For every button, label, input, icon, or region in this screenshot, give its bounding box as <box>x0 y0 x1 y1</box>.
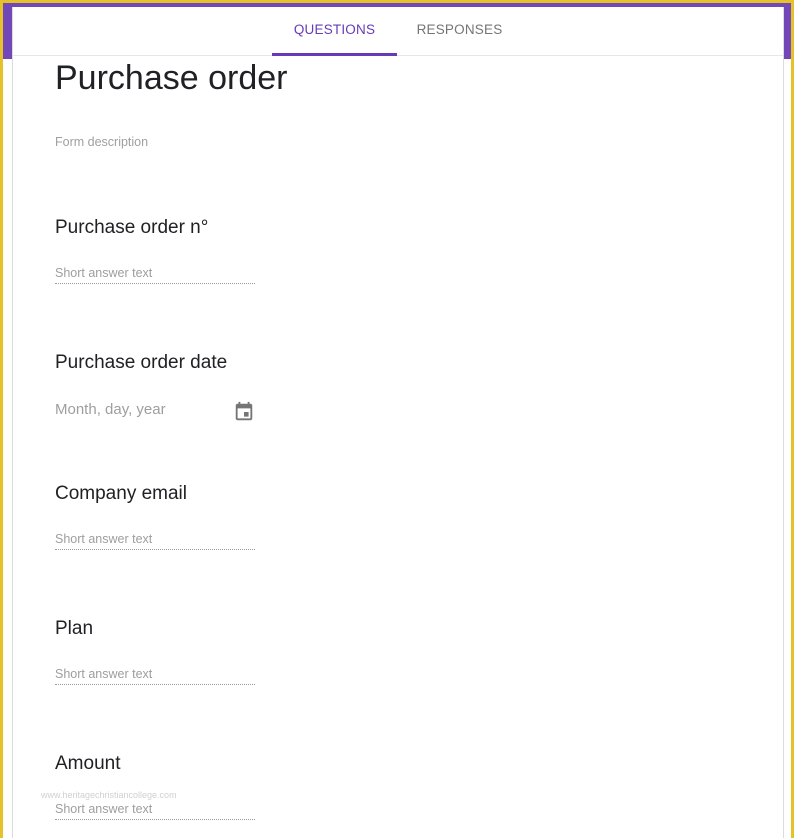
app-frame: QUESTIONS RESPONSES Purchase order Form … <box>3 3 791 838</box>
question-title-plan[interactable]: Plan <box>55 618 93 640</box>
form-description[interactable]: Form description <box>55 135 148 149</box>
question-title-purchase-order-number[interactable]: Purchase order n° <box>55 217 208 239</box>
question-title-purchase-order-date[interactable]: Purchase order date <box>55 352 227 374</box>
tab-questions[interactable]: QUESTIONS <box>272 7 397 55</box>
question-title-company-email[interactable]: Company email <box>55 483 187 505</box>
short-answer-field: Short answer text <box>55 802 255 820</box>
watermark-text: www.heritagechristiancollege.com <box>41 790 177 800</box>
tab-responses[interactable]: RESPONSES <box>397 7 522 55</box>
short-answer-field: Short answer text <box>55 667 255 685</box>
date-field: Month, day, year <box>55 401 255 425</box>
calendar-icon <box>233 401 255 423</box>
form-title[interactable]: Purchase order <box>55 59 287 98</box>
short-answer-field: Short answer text <box>55 532 255 550</box>
active-tab-indicator <box>272 53 397 56</box>
question-title-amount[interactable]: Amount <box>55 753 120 775</box>
date-placeholder: Month, day, year <box>55 401 166 418</box>
form-editor-panel: QUESTIONS RESPONSES Purchase order Form … <box>12 7 784 838</box>
short-answer-field: Short answer text <box>55 266 255 284</box>
tab-bar: QUESTIONS RESPONSES <box>13 7 783 56</box>
